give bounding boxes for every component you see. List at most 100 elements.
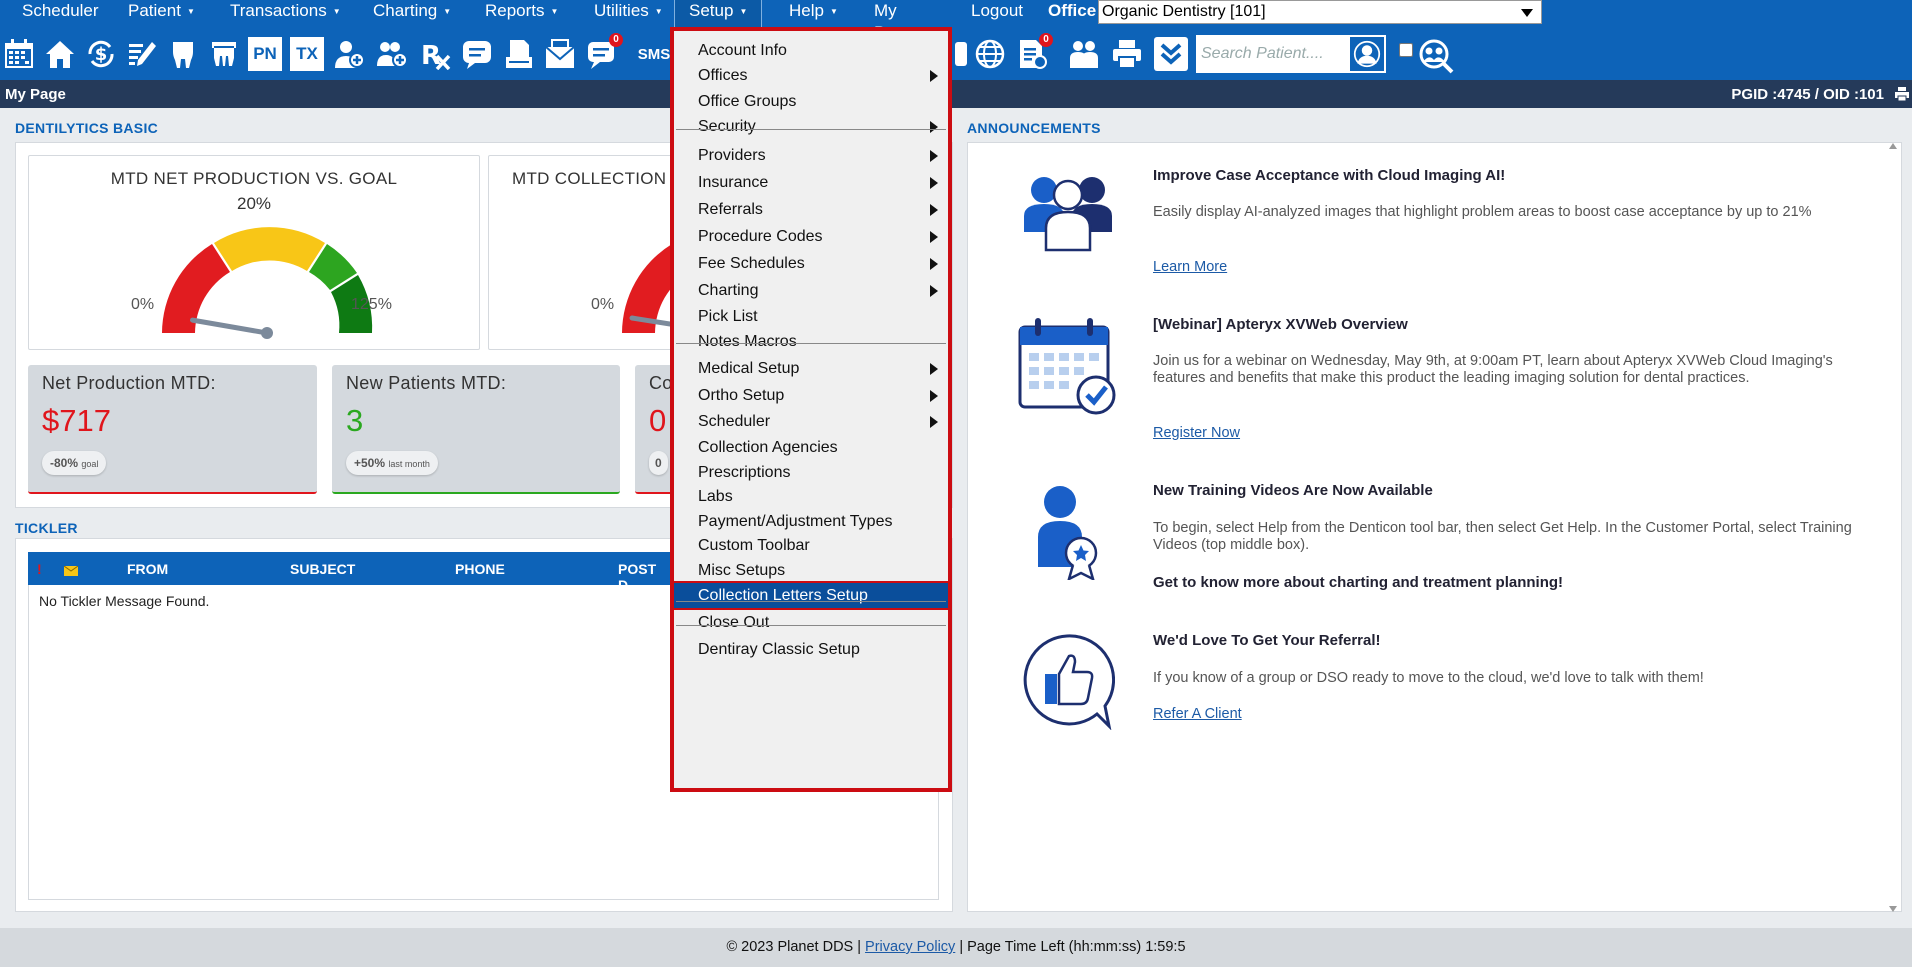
office-select[interactable]: Organic Dentistry [101] <box>1098 0 1542 24</box>
caret-down-icon: ▼ <box>332 7 341 16</box>
menu-item-offices[interactable]: Offices <box>674 64 948 88</box>
stat-value: 3 <box>346 403 364 438</box>
toolbar-checkbox[interactable] <box>1399 43 1413 57</box>
chevrons-down-icon[interactable] <box>1154 37 1188 71</box>
menu-item-insurance[interactable]: Insurance <box>674 170 948 196</box>
menu-item-label: Collection Agencies <box>698 439 838 456</box>
menu-item-security[interactable]: Security <box>674 115 948 139</box>
nav-label: Utilities <box>594 1 649 20</box>
menu-separator <box>676 129 946 130</box>
menu-item-providers[interactable]: Providers <box>674 143 948 169</box>
globe-icon[interactable] <box>973 37 1007 71</box>
menu-item-dentiray-classic-setup[interactable]: Dentiray Classic Setup <box>674 637 948 662</box>
menu-item-custom-toolbar[interactable]: Custom Toolbar <box>674 534 948 558</box>
page-header-bar: My Page PGID :4745 / OID :101 <box>0 80 1912 108</box>
stat-change: -80% <box>50 456 79 470</box>
setup-dropdown-menu: Account Info Offices Office Groups Security… <box>670 27 952 792</box>
menu-item-ortho-setup[interactable]: Ortho Setup <box>674 383 948 409</box>
pgid-oid-text: PGID :4745 / OID :101 <box>1731 86 1884 103</box>
menu-item-label: Security <box>698 118 756 135</box>
nav-label: Patient <box>128 1 181 20</box>
printer-icon[interactable] <box>1110 37 1144 71</box>
add-patient-icon[interactable] <box>332 37 366 71</box>
calendar-icon[interactable] <box>2 37 36 71</box>
search-user-button[interactable] <box>1348 35 1386 73</box>
page-time-left: | Page Time Left (hh:mm:ss) 1:59:5 <box>959 939 1186 955</box>
rx-icon[interactable]: R <box>418 37 452 71</box>
menu-item-notes-macros[interactable]: Notes Macros <box>674 330 948 354</box>
privacy-policy-link[interactable]: Privacy Policy <box>865 939 955 955</box>
menu-item-label: Fee Schedules <box>698 255 805 272</box>
menu-item-pick-list[interactable]: Pick List <box>674 305 948 329</box>
menu-item-office-groups[interactable]: Office Groups <box>674 90 948 114</box>
scanner-icon[interactable] <box>502 37 536 71</box>
calendar-check-icon <box>1018 318 1116 415</box>
learn-more-link[interactable]: Learn More <box>1153 259 1227 275</box>
report-icon[interactable]: 0 <box>1015 33 1053 71</box>
column-post-date[interactable]: POST D <box>618 561 670 593</box>
caret-down-icon: ▼ <box>829 7 838 16</box>
nav-label: Charting <box>373 1 438 20</box>
menu-item-collection-letters-setup[interactable]: Collection Letters Setup <box>674 581 948 610</box>
menu-item-fee-schedules[interactable]: Fee Schedules <box>674 251 948 277</box>
menu-item-account-info[interactable]: Account Info <box>674 39 948 63</box>
menu-separator <box>676 343 946 344</box>
menu-item-collection-agencies[interactable]: Collection Agencies <box>674 436 948 460</box>
menu-item-label: Medical Setup <box>698 360 800 377</box>
menu-item-labs[interactable]: Labs <box>674 485 948 509</box>
pn-icon[interactable]: PN <box>248 37 282 71</box>
stat-change-note: goal <box>81 459 99 469</box>
stat-change-pill: -80% goal <box>42 451 107 475</box>
menu-item-close-out[interactable]: Close Out <box>674 610 948 635</box>
nav-setup[interactable]: Setup ▼ <box>674 0 763 30</box>
nav-logout[interactable]: Logout <box>969 0 1025 30</box>
nav-patient[interactable]: Patient ▼ <box>126 0 197 30</box>
teeth-icon[interactable] <box>207 37 241 71</box>
gauge-needle <box>190 317 270 336</box>
sms-icon[interactable]: SMS <box>635 37 673 71</box>
nav-help[interactable]: Help ▼ <box>787 0 840 30</box>
column-subject[interactable]: SUBJECT <box>290 561 355 577</box>
submenu-arrow-icon <box>930 285 938 297</box>
home-icon[interactable] <box>43 37 77 71</box>
submenu-arrow-icon <box>930 204 938 216</box>
submenu-arrow-icon <box>930 70 938 82</box>
footer: © 2023 Planet DDS | Privacy Policy | Pag… <box>0 928 1912 967</box>
register-now-link[interactable]: Register Now <box>1153 425 1240 441</box>
menu-item-referrals[interactable]: Referrals <box>674 197 948 223</box>
nav-reports[interactable]: Reports ▼ <box>483 0 560 30</box>
announcements-scrollbar[interactable] <box>1886 143 1900 912</box>
edit-notes-icon[interactable] <box>125 37 159 71</box>
add-family-icon[interactable] <box>375 37 409 71</box>
menu-item-payment-adjustment-types[interactable]: Payment/Adjustment Types <box>674 510 948 534</box>
announcement-callout: Get to know more about charting and trea… <box>1153 574 1564 591</box>
mail-icon[interactable] <box>543 37 577 71</box>
menu-item-medical-setup[interactable]: Medical Setup <box>674 356 948 382</box>
tooth-icon[interactable] <box>166 37 200 71</box>
menu-item-label: Prescriptions <box>698 464 791 481</box>
print-icon[interactable] <box>1894 86 1910 102</box>
menu-item-label: Offices <box>698 67 748 84</box>
tx-icon[interactable]: TX <box>290 37 324 71</box>
nav-scheduler[interactable]: Scheduler <box>20 0 101 30</box>
stat-change-pill: 0 <box>649 451 668 475</box>
refer-a-client-link[interactable]: Refer A Client <box>1153 706 1242 722</box>
gauge-title: MTD NET PRODUCTION VS. GOAL <box>110 169 398 188</box>
message-icon[interactable] <box>460 37 494 71</box>
menu-item-charting[interactable]: Charting <box>674 278 948 304</box>
nav-transactions[interactable]: Transactions ▼ <box>228 0 343 30</box>
menu-item-prescriptions[interactable]: Prescriptions <box>674 461 948 485</box>
menu-item-misc-setups[interactable]: Misc Setups <box>674 559 948 583</box>
nav-utilities[interactable]: Utilities ▼ <box>592 0 665 30</box>
menu-item-scheduler[interactable]: Scheduler <box>674 409 948 435</box>
group-icon[interactable] <box>1067 37 1101 71</box>
submenu-arrow-icon <box>930 177 938 189</box>
menu-item-procedure-codes[interactable]: Procedure Codes <box>674 224 948 250</box>
chat-icon[interactable]: 0 <box>585 33 623 71</box>
nav-charting[interactable]: Charting ▼ <box>371 0 453 30</box>
nav-my-page[interactable]: My Page <box>872 0 916 42</box>
dollar-refresh-icon[interactable]: $ <box>84 37 118 71</box>
column-from[interactable]: FROM <box>127 561 168 577</box>
team-search-icon[interactable] <box>1418 38 1454 74</box>
column-phone[interactable]: PHONE <box>455 561 505 577</box>
